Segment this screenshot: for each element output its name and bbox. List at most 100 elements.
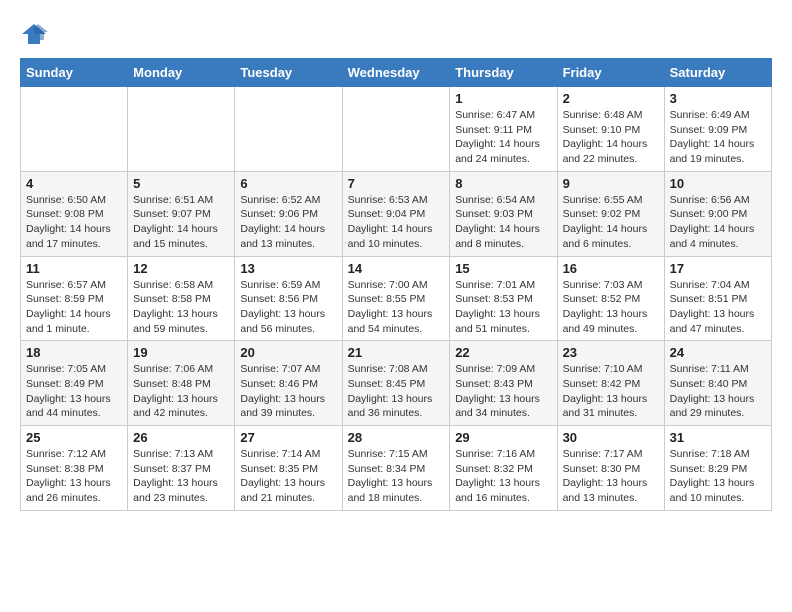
calendar-cell: 10 Sunrise: 6:56 AM Sunset: 9:00 PM Dayli… xyxy=(664,171,771,256)
calendar-cell: 25 Sunrise: 7:12 AM Sunset: 8:38 PM Dayli… xyxy=(21,426,128,511)
day-info: Sunrise: 6:58 AM Sunset: 8:58 PM Dayligh… xyxy=(133,278,229,337)
week-row-5: 25 Sunrise: 7:12 AM Sunset: 8:38 PM Dayli… xyxy=(21,426,772,511)
day-number: 13 xyxy=(240,261,336,276)
day-info: Sunrise: 7:12 AM Sunset: 8:38 PM Dayligh… xyxy=(26,447,122,506)
day-info: Sunrise: 6:56 AM Sunset: 9:00 PM Dayligh… xyxy=(670,193,766,252)
day-info: Sunrise: 7:00 AM Sunset: 8:55 PM Dayligh… xyxy=(348,278,445,337)
logo xyxy=(20,20,50,48)
day-number: 27 xyxy=(240,430,336,445)
day-number: 2 xyxy=(563,91,659,106)
day-number: 6 xyxy=(240,176,336,191)
calendar-cell: 1Sunrise: 6:47 AM Sunset: 9:11 PM Daylig… xyxy=(450,87,557,172)
day-info: Sunrise: 6:50 AM Sunset: 9:08 PM Dayligh… xyxy=(26,193,122,252)
day-info: Sunrise: 6:52 AM Sunset: 9:06 PM Dayligh… xyxy=(240,193,336,252)
day-number: 9 xyxy=(563,176,659,191)
day-number: 12 xyxy=(133,261,229,276)
day-number: 23 xyxy=(563,345,659,360)
day-number: 25 xyxy=(26,430,122,445)
day-info: Sunrise: 7:04 AM Sunset: 8:51 PM Dayligh… xyxy=(670,278,766,337)
calendar-cell: 21 Sunrise: 7:08 AM Sunset: 8:45 PM Dayli… xyxy=(342,341,450,426)
day-info: Sunrise: 6:57 AM Sunset: 8:59 PM Dayligh… xyxy=(26,278,122,337)
day-info: Sunrise: 7:09 AM Sunset: 8:43 PM Dayligh… xyxy=(455,362,551,421)
calendar-cell: 13 Sunrise: 6:59 AM Sunset: 8:56 PM Dayli… xyxy=(235,256,342,341)
calendar-cell: 28 Sunrise: 7:15 AM Sunset: 8:34 PM Dayli… xyxy=(342,426,450,511)
day-number: 4 xyxy=(26,176,122,191)
header-area xyxy=(20,20,772,48)
day-number: 10 xyxy=(670,176,766,191)
calendar-cell: 6 Sunrise: 6:52 AM Sunset: 9:06 PM Daylig… xyxy=(235,171,342,256)
day-number: 16 xyxy=(563,261,659,276)
day-number: 8 xyxy=(455,176,551,191)
day-number: 3 xyxy=(670,91,766,106)
calendar-cell: 17 Sunrise: 7:04 AM Sunset: 8:51 PM Dayli… xyxy=(664,256,771,341)
week-row-4: 18 Sunrise: 7:05 AM Sunset: 8:49 PM Dayli… xyxy=(21,341,772,426)
day-number: 20 xyxy=(240,345,336,360)
calendar-cell: 16 Sunrise: 7:03 AM Sunset: 8:52 PM Dayli… xyxy=(557,256,664,341)
logo-icon xyxy=(20,20,48,48)
day-number: 24 xyxy=(670,345,766,360)
calendar-cell: 27Sunrise: 7:14 AM Sunset: 8:35 PM Dayli… xyxy=(235,426,342,511)
day-number: 31 xyxy=(670,430,766,445)
calendar-cell: 19 Sunrise: 7:06 AM Sunset: 8:48 PM Dayli… xyxy=(128,341,235,426)
day-info: Sunrise: 7:13 AM Sunset: 8:37 PM Dayligh… xyxy=(133,447,229,506)
calendar-cell: 12 Sunrise: 6:58 AM Sunset: 8:58 PM Dayli… xyxy=(128,256,235,341)
day-info: Sunrise: 7:05 AM Sunset: 8:49 PM Dayligh… xyxy=(26,362,122,421)
day-info: Sunrise: 6:53 AM Sunset: 9:04 PM Dayligh… xyxy=(348,193,445,252)
week-row-3: 11 Sunrise: 6:57 AM Sunset: 8:59 PM Dayli… xyxy=(21,256,772,341)
calendar-cell xyxy=(235,87,342,172)
col-header-tuesday: Tuesday xyxy=(235,59,342,87)
day-info: Sunrise: 7:01 AM Sunset: 8:53 PM Dayligh… xyxy=(455,278,551,337)
day-info: Sunrise: 7:18 AM Sunset: 8:29 PM Dayligh… xyxy=(670,447,766,506)
day-info: Sunrise: 6:55 AM Sunset: 9:02 PM Dayligh… xyxy=(563,193,659,252)
day-number: 19 xyxy=(133,345,229,360)
day-info: Sunrise: 7:08 AM Sunset: 8:45 PM Dayligh… xyxy=(348,362,445,421)
col-header-friday: Friday xyxy=(557,59,664,87)
col-header-sunday: Sunday xyxy=(21,59,128,87)
day-info: Sunrise: 7:16 AM Sunset: 8:32 PM Dayligh… xyxy=(455,447,551,506)
day-info: Sunrise: 7:11 AM Sunset: 8:40 PM Dayligh… xyxy=(670,362,766,421)
day-number: 28 xyxy=(348,430,445,445)
day-number: 18 xyxy=(26,345,122,360)
calendar-cell: 30 Sunrise: 7:17 AM Sunset: 8:30 PM Dayli… xyxy=(557,426,664,511)
day-info: Sunrise: 6:47 AM Sunset: 9:11 PM Dayligh… xyxy=(455,108,551,167)
week-row-1: 1Sunrise: 6:47 AM Sunset: 9:11 PM Daylig… xyxy=(21,87,772,172)
calendar-cell: 9 Sunrise: 6:55 AM Sunset: 9:02 PM Daylig… xyxy=(557,171,664,256)
day-info: Sunrise: 7:03 AM Sunset: 8:52 PM Dayligh… xyxy=(563,278,659,337)
calendar-cell: 20 Sunrise: 7:07 AM Sunset: 8:46 PM Dayli… xyxy=(235,341,342,426)
day-info: Sunrise: 7:07 AM Sunset: 8:46 PM Dayligh… xyxy=(240,362,336,421)
col-header-thursday: Thursday xyxy=(450,59,557,87)
calendar-table: SundayMondayTuesdayWednesdayThursdayFrid… xyxy=(20,58,772,511)
col-header-wednesday: Wednesday xyxy=(342,59,450,87)
day-number: 11 xyxy=(26,261,122,276)
calendar-cell xyxy=(342,87,450,172)
calendar-cell: 26 Sunrise: 7:13 AM Sunset: 8:37 PM Dayli… xyxy=(128,426,235,511)
day-number: 29 xyxy=(455,430,551,445)
day-number: 30 xyxy=(563,430,659,445)
day-info: Sunrise: 7:15 AM Sunset: 8:34 PM Dayligh… xyxy=(348,447,445,506)
calendar-cell xyxy=(128,87,235,172)
day-number: 17 xyxy=(670,261,766,276)
day-info: Sunrise: 6:49 AM Sunset: 9:09 PM Dayligh… xyxy=(670,108,766,167)
week-row-2: 4 Sunrise: 6:50 AM Sunset: 9:08 PM Daylig… xyxy=(21,171,772,256)
header-row: SundayMondayTuesdayWednesdayThursdayFrid… xyxy=(21,59,772,87)
calendar-cell xyxy=(21,87,128,172)
calendar-cell: 22 Sunrise: 7:09 AM Sunset: 8:43 PM Dayli… xyxy=(450,341,557,426)
calendar-cell: 15 Sunrise: 7:01 AM Sunset: 8:53 PM Dayli… xyxy=(450,256,557,341)
calendar-cell: 8 Sunrise: 6:54 AM Sunset: 9:03 PM Daylig… xyxy=(450,171,557,256)
day-info: Sunrise: 6:59 AM Sunset: 8:56 PM Dayligh… xyxy=(240,278,336,337)
calendar-cell: 5 Sunrise: 6:51 AM Sunset: 9:07 PM Daylig… xyxy=(128,171,235,256)
day-info: Sunrise: 6:54 AM Sunset: 9:03 PM Dayligh… xyxy=(455,193,551,252)
day-info: Sunrise: 7:17 AM Sunset: 8:30 PM Dayligh… xyxy=(563,447,659,506)
day-number: 15 xyxy=(455,261,551,276)
day-number: 5 xyxy=(133,176,229,191)
day-number: 14 xyxy=(348,261,445,276)
calendar-cell: 7Sunrise: 6:53 AM Sunset: 9:04 PM Daylig… xyxy=(342,171,450,256)
calendar-cell: 11 Sunrise: 6:57 AM Sunset: 8:59 PM Dayli… xyxy=(21,256,128,341)
day-number: 21 xyxy=(348,345,445,360)
day-number: 22 xyxy=(455,345,551,360)
day-info: Sunrise: 6:51 AM Sunset: 9:07 PM Dayligh… xyxy=(133,193,229,252)
day-number: 26 xyxy=(133,430,229,445)
day-info: Sunrise: 6:48 AM Sunset: 9:10 PM Dayligh… xyxy=(563,108,659,167)
day-info: Sunrise: 7:06 AM Sunset: 8:48 PM Dayligh… xyxy=(133,362,229,421)
calendar-cell: 2 Sunrise: 6:48 AM Sunset: 9:10 PM Daylig… xyxy=(557,87,664,172)
